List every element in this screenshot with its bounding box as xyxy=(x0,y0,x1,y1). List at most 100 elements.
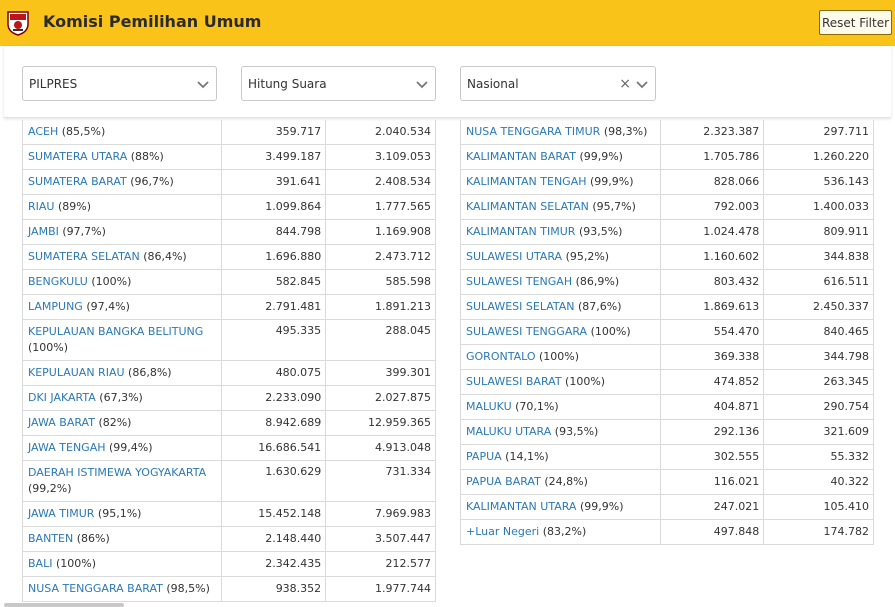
province-link[interactable]: JAMBI xyxy=(28,225,59,238)
province-cell: SUMATERA SELATAN (86,4%) xyxy=(21,243,223,270)
province-link[interactable]: KEPULAUAN BANGKA BELITUNG xyxy=(28,325,203,338)
province-cell: NUSA TENGGARA BARAT (98,5%) xyxy=(21,575,223,602)
progress-percent: (86,9%) xyxy=(575,274,620,288)
votes-candidate-2: 297.711 xyxy=(763,120,874,145)
table-row: DKI JAKARTA (67,3%) 2.233.090 2.027.875 xyxy=(21,384,436,411)
province-link[interactable]: KALIMANTAN UTARA xyxy=(466,500,576,513)
province-link[interactable]: PAPUA xyxy=(466,450,502,463)
province-link[interactable]: SULAWESI UTARA xyxy=(466,250,562,263)
top-bar: Komisi Pemilihan Umum Reset Filter xyxy=(0,0,895,46)
province-link[interactable]: JAWA TIMUR xyxy=(28,507,94,520)
province-link[interactable]: BANTEN xyxy=(28,532,73,545)
horizontal-scrollbar[interactable] xyxy=(4,603,124,607)
table-row: NUSA TENGGARA TIMUR (98,3%) 2.323.387 297.… xyxy=(459,120,874,145)
province-link[interactable]: GORONTALO xyxy=(466,350,536,363)
table-row: RIAU (89%) 1.099.864 1.777.565 xyxy=(21,193,436,220)
province-link[interactable]: NUSA TENGGARA BARAT xyxy=(28,582,163,595)
votes-candidate-1: 1.160.602 xyxy=(660,243,765,270)
province-link[interactable]: KALIMANTAN TIMUR xyxy=(466,225,575,238)
province-link[interactable]: PAPUA BARAT xyxy=(466,475,541,488)
province-cell: DKI JAKARTA (67,3%) xyxy=(21,384,223,411)
progress-percent: (95,7%) xyxy=(592,199,636,213)
province-cell: RIAU (89%) xyxy=(21,193,223,220)
progress-percent: (14,1%) xyxy=(505,449,549,463)
table-row: SUMATERA SELATAN (86,4%) 1.696.880 2.473.7… xyxy=(21,243,436,270)
province-link[interactable]: RIAU xyxy=(28,200,54,213)
table-row: KEPULAUAN RIAU (86,8%) 480.075 399.301 xyxy=(21,359,436,386)
province-cell: SULAWESI UTARA (95,2%) xyxy=(459,243,662,270)
province-link[interactable]: SULAWESI SELATAN xyxy=(466,300,575,313)
reset-filter-button[interactable]: Reset Filter xyxy=(819,10,892,35)
province-link[interactable]: SULAWESI BARAT xyxy=(466,375,562,388)
votes-candidate-2: 731.334 xyxy=(325,459,436,502)
close-icon[interactable]: × xyxy=(619,77,631,91)
progress-percent: (86,8%) xyxy=(128,365,172,379)
table-row: GORONTALO (100%) 369.338 344.798 xyxy=(459,343,874,370)
province-link[interactable]: KEPULAUAN RIAU xyxy=(28,366,125,379)
province-link[interactable]: ACEH xyxy=(28,125,58,138)
votes-candidate-2: 344.838 xyxy=(763,243,874,270)
right-results-table: NUSA TENGGARA TIMUR (98,3%) 2.323.387 297.… xyxy=(459,120,874,545)
province-cell: KEPULAUAN BANGKA BELITUNG (100%) xyxy=(21,318,223,361)
progress-percent: (96,7%) xyxy=(130,174,174,188)
table-row: +Luar Negeri (83,2%) 497.848 174.782 xyxy=(459,518,874,545)
votes-candidate-2: 105.410 xyxy=(763,493,874,520)
table-row: JAWA TENGAH (99,4%) 16.686.541 4.913.048 xyxy=(21,434,436,461)
votes-candidate-2: 288.045 xyxy=(325,318,436,361)
votes-candidate-2: 1.891.213 xyxy=(325,293,436,320)
votes-candidate-1: 247.021 xyxy=(660,493,765,520)
progress-percent: (86,4%) xyxy=(143,249,187,263)
province-link[interactable]: BENGKULU xyxy=(28,275,88,288)
province-cell: PAPUA BARAT (24,8%) xyxy=(459,468,662,495)
province-link[interactable]: BALI xyxy=(28,557,52,570)
province-link[interactable]: JAWA TENGAH xyxy=(28,441,106,454)
progress-percent: (24,8%) xyxy=(544,474,588,488)
province-cell: MALUKU UTARA (93,5%) xyxy=(459,418,662,445)
province-link[interactable]: SUMATERA BARAT xyxy=(28,175,127,188)
province-link[interactable]: +Luar Negeri xyxy=(466,525,539,538)
province-link[interactable]: MALUKU UTARA xyxy=(466,425,551,438)
votes-candidate-2: 2.473.712 xyxy=(325,243,436,270)
count-mode-select[interactable]: Hitung Suara xyxy=(241,66,436,101)
chevron-down-icon xyxy=(416,81,428,89)
votes-candidate-1: 1.099.864 xyxy=(221,193,327,220)
province-link[interactable]: JAWA BARAT xyxy=(28,416,95,429)
province-link[interactable]: MALUKU xyxy=(466,400,512,413)
progress-percent: (97,7%) xyxy=(62,224,106,238)
votes-candidate-2: 2.408.534 xyxy=(325,168,436,195)
votes-candidate-1: 3.499.187 xyxy=(221,143,327,170)
table-row: SULAWESI TENGGARA (100%) 554.470 840.465 xyxy=(459,318,874,345)
province-link[interactable]: NUSA TENGGARA TIMUR xyxy=(466,125,600,138)
region-select[interactable]: Nasional × xyxy=(460,66,656,101)
province-link[interactable]: SULAWESI TENGGARA xyxy=(466,325,587,338)
table-row: SUMATERA UTARA (88%) 3.499.187 3.109.053 xyxy=(21,143,436,170)
province-link[interactable]: LAMPUNG xyxy=(28,300,83,313)
province-cell: +Luar Negeri (83,2%) xyxy=(459,518,662,545)
table-row: SULAWESI SELATAN (87,6%) 1.869.613 2.450.3… xyxy=(459,293,874,320)
province-link[interactable]: SUMATERA UTARA xyxy=(28,150,127,163)
votes-candidate-1: 404.871 xyxy=(660,393,765,420)
table-row: MALUKU UTARA (93,5%) 292.136 321.609 xyxy=(459,418,874,445)
province-cell: LAMPUNG (97,4%) xyxy=(21,293,223,320)
votes-candidate-1: 828.066 xyxy=(660,168,765,195)
province-cell: KALIMANTAN BARAT (99,9%) xyxy=(459,143,662,170)
province-link[interactable]: SUMATERA SELATAN xyxy=(28,250,140,263)
progress-percent: (86%) xyxy=(76,531,110,545)
votes-candidate-2: 809.911 xyxy=(763,218,874,245)
province-link[interactable]: DKI JAKARTA xyxy=(28,391,96,404)
election-type-select[interactable]: PILPRES xyxy=(22,66,217,101)
province-link[interactable]: KALIMANTAN TENGAH xyxy=(466,175,587,188)
table-row: NUSA TENGGARA BARAT (98,5%) 938.352 1.977.… xyxy=(21,575,436,602)
votes-candidate-2: 3.109.053 xyxy=(325,143,436,170)
votes-candidate-2: 1.777.565 xyxy=(325,193,436,220)
progress-percent: (100%) xyxy=(91,274,132,288)
kpu-logo-icon xyxy=(7,11,29,36)
province-cell: BANTEN (86%) xyxy=(21,525,223,552)
province-link[interactable]: SULAWESI TENGAH xyxy=(466,275,572,288)
votes-candidate-1: 359.717 xyxy=(221,120,327,145)
province-link[interactable]: KALIMANTAN SELATAN xyxy=(466,200,589,213)
province-link[interactable]: KALIMANTAN BARAT xyxy=(466,150,576,163)
table-row: MALUKU (70,1%) 404.871 290.754 xyxy=(459,393,874,420)
votes-candidate-2: 1.400.033 xyxy=(763,193,874,220)
province-link[interactable]: DAERAH ISTIMEWA YOGYAKARTA xyxy=(28,466,206,479)
